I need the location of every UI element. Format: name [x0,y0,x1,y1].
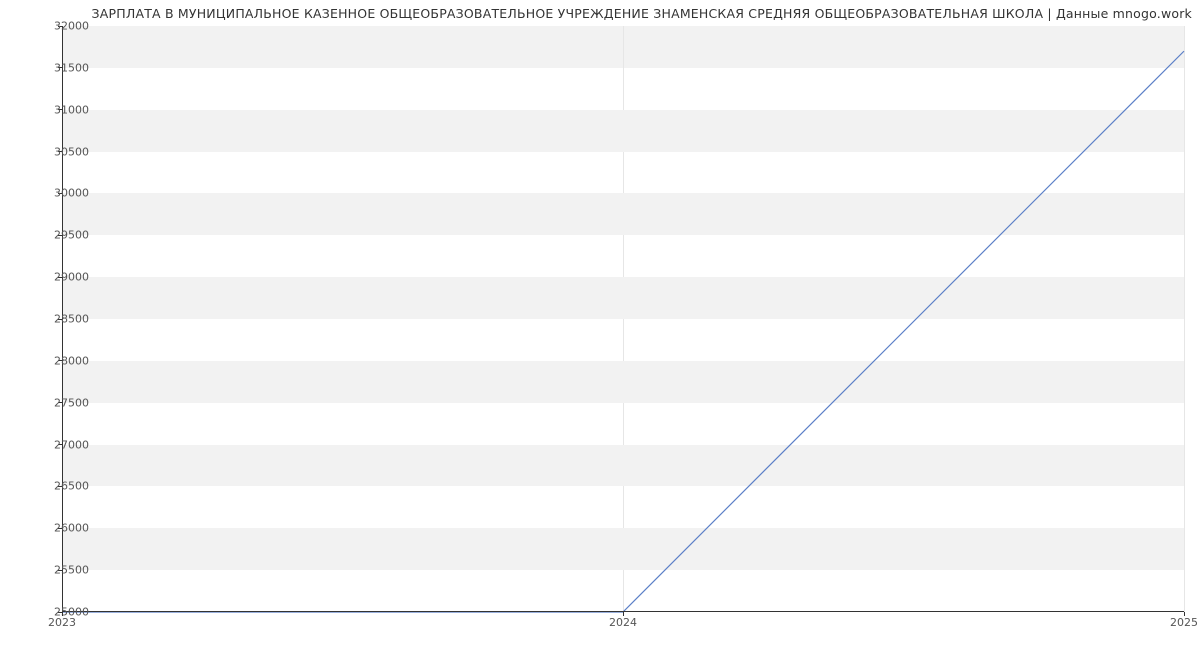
xtick-label: 2025 [1170,616,1198,629]
line-layer [62,26,1184,612]
chart-container: ЗАРПЛАТА В МУНИЦИПАЛЬНОЕ КАЗЕННОЕ ОБЩЕОБ… [0,0,1200,650]
vgrid-line [1184,26,1185,612]
xtick-label: 2023 [48,616,76,629]
xtick-label: 2024 [609,616,637,629]
series-line-salary [62,51,1184,612]
chart-title: ЗАРПЛАТА В МУНИЦИПАЛЬНОЕ КАЗЕННОЕ ОБЩЕОБ… [0,6,1192,21]
plot-area: 2500025500260002650027000275002800028500… [62,26,1184,612]
